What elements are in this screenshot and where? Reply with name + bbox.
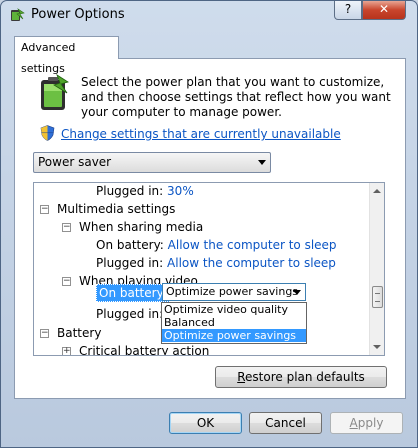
tree-node-label: Battery (57, 326, 102, 340)
combo-selected-value: Optimize power savings (166, 285, 299, 298)
tree-node-label: When sharing media (79, 220, 204, 234)
tree-row-selected[interactable]: On battery: (96, 284, 170, 302)
scroll-down-arrow-icon[interactable] (373, 345, 381, 349)
power-plan-selected: Power saver (38, 155, 112, 169)
tree-row-sharing-media[interactable]: − When sharing media (62, 218, 203, 236)
tree-node-label: Critical battery action (79, 344, 210, 356)
collapse-icon[interactable]: − (40, 329, 49, 338)
collapse-icon[interactable]: − (62, 277, 71, 286)
power-options-window: Power Options ? ✕ Advanced settings Sele… (0, 0, 418, 448)
help-button[interactable]: ? (334, 1, 362, 20)
setting-label: Plugged in: (96, 307, 164, 321)
tab-advanced-settings[interactable]: Advanced settings (14, 36, 119, 75)
restore-plan-defaults-button[interactable]: Restore plan defaults (215, 366, 387, 388)
setting-value-link[interactable]: Allow the computer to sleep (167, 256, 336, 270)
battery-icon (37, 74, 71, 112)
chevron-down-icon (293, 290, 301, 295)
dropdown-option-selected[interactable]: Optimize power savings (162, 329, 306, 342)
apply-label-rest: pply (357, 416, 384, 430)
window-title: Power Options (31, 7, 125, 22)
tree-row[interactable]: Plugged in: Allow the computer to sleep (96, 254, 336, 272)
cancel-button[interactable]: Cancel (249, 412, 322, 434)
setting-label: Plugged in: (96, 256, 164, 270)
tree-row-critical-battery[interactable]: + Critical battery action (62, 342, 210, 356)
tree-node-label: Multimedia settings (57, 202, 176, 216)
tree-row[interactable]: Plugged in: (96, 305, 163, 323)
setting-label: Plugged in: (96, 184, 164, 198)
power-plan-select[interactable]: Power saver (33, 152, 271, 173)
setting-value-link[interactable]: 30% (167, 184, 194, 198)
settings-tree[interactable]: Plugged in: 30% − Multimedia settings − … (33, 182, 385, 356)
tree-row[interactable]: Plugged in: 30% (96, 183, 194, 200)
collapse-icon[interactable]: − (62, 223, 71, 232)
collapse-icon[interactable]: − (40, 205, 49, 214)
description-text: Select the power plan that you want to c… (81, 75, 391, 119)
dropdown-option[interactable]: Balanced (162, 316, 306, 329)
apply-button[interactable]: Apply (330, 412, 403, 434)
uac-shield-icon (40, 125, 55, 141)
advanced-settings-panel: Select the power plan that you want to c… (14, 58, 406, 399)
apply-accel: A (349, 416, 358, 430)
tree-row-battery[interactable]: − Battery (40, 324, 101, 342)
tree-row[interactable]: On battery: Allow the computer to sleep (96, 236, 337, 254)
restore-label-rest: estore plan defaults (245, 370, 365, 384)
setting-label: On battery: (96, 238, 164, 252)
setting-label-selected: On battery: (96, 284, 170, 302)
vertical-scrollbar[interactable] (369, 183, 384, 355)
video-playback-dropdown-list[interactable]: Optimize video quality Balanced Optimize… (161, 302, 307, 344)
power-options-app-icon (9, 7, 25, 23)
scroll-up-arrow-icon[interactable] (373, 189, 381, 193)
chevron-down-icon (258, 160, 266, 165)
title-bar[interactable]: Power Options ? ✕ (1, 1, 417, 29)
expand-icon[interactable]: + (62, 347, 71, 355)
ok-button[interactable]: OK (169, 412, 242, 434)
tree-row-multimedia[interactable]: − Multimedia settings (40, 200, 175, 218)
change-settings-link[interactable]: Change settings that are currently unava… (61, 127, 341, 141)
scrollbar-thumb[interactable] (372, 286, 383, 308)
close-button[interactable]: ✕ (362, 1, 406, 20)
dropdown-option[interactable]: Optimize video quality (162, 303, 306, 316)
restore-accel: R (237, 370, 246, 384)
setting-value-link[interactable]: Allow the computer to sleep (168, 238, 337, 252)
video-playback-combo[interactable]: Optimize power savings (162, 283, 306, 301)
